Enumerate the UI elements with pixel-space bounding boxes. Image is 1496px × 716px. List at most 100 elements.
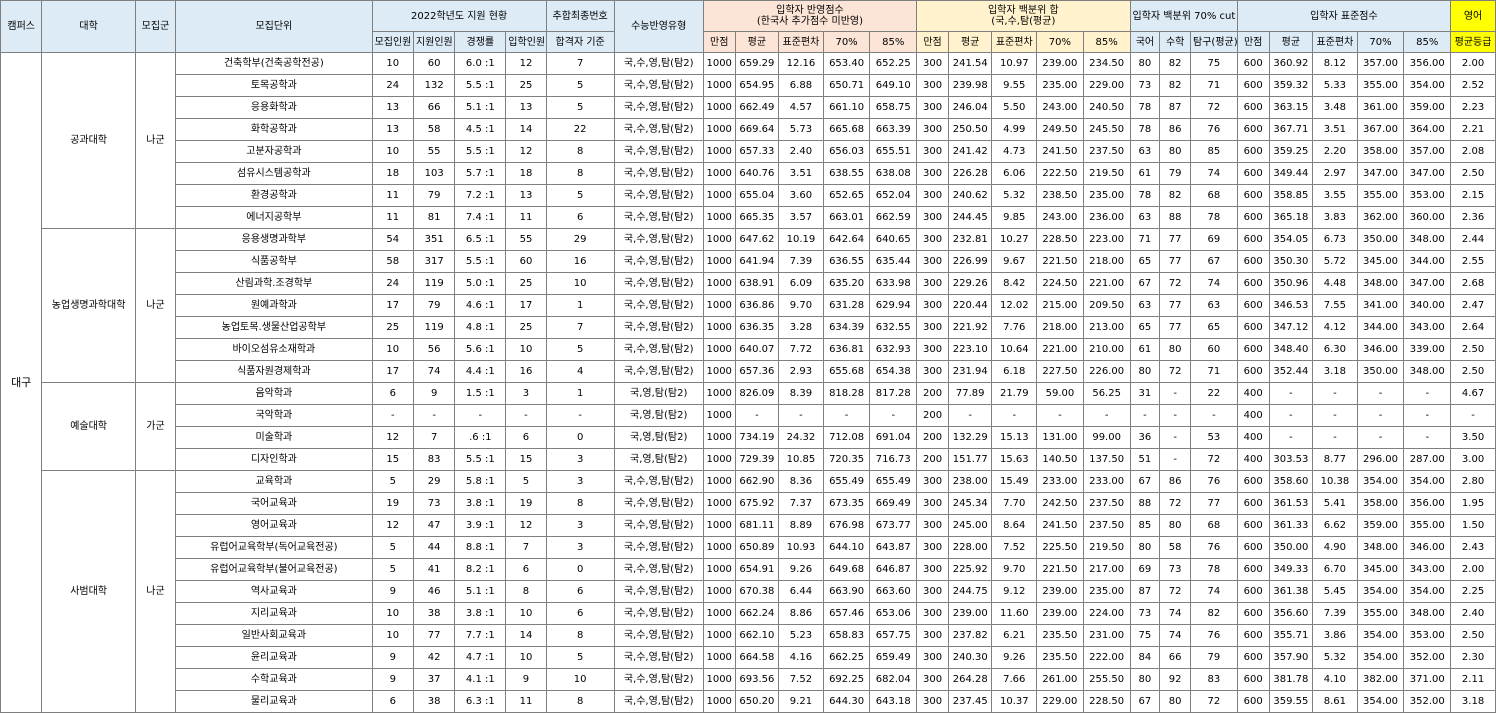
cut-inquiry-cell: 68	[1190, 184, 1238, 207]
reflected-avg-cell: 670.38	[734, 580, 780, 603]
std-p70-cell: 382.00	[1356, 668, 1405, 691]
pct-avg-cell: 250.50	[947, 118, 993, 141]
pct-stdev-cell: 15.13	[991, 426, 1038, 449]
cut-inquiry-cell: 77	[1190, 492, 1238, 515]
english-grade-cell: 2.47	[1450, 294, 1496, 317]
reflected-avg-cell: 654.95	[734, 74, 780, 97]
table-row: 농업토목.생물산업공학부 25 119 4.8 :1 25 7 국,수,영,탐(탐2) 100…	[1, 316, 1496, 339]
reflected-avg-cell: 665.35	[734, 206, 780, 229]
pct-p85-cell: 137.50	[1082, 448, 1131, 471]
pct-stdev-cell: 10.27	[991, 228, 1038, 251]
std-p85-cell: 343.00	[1403, 558, 1452, 581]
pct-p85-cell: 229.00	[1082, 74, 1131, 97]
std-avg-cell: 352.44	[1268, 360, 1314, 383]
applicants-cell: 38	[412, 690, 456, 713]
admitted-header: 입학인원	[505, 31, 547, 53]
pct-avg-cell: 237.82	[947, 624, 993, 647]
english-grade-cell: 2.50	[1450, 360, 1496, 383]
pct-p85-cell: 99.00	[1082, 426, 1131, 449]
pct-p85-cell: 219.50	[1082, 536, 1131, 559]
cut-korean-cell: 80	[1129, 52, 1161, 75]
cut-math-cell: 77	[1159, 316, 1192, 339]
pct-stdev-cell: 12.02	[991, 294, 1038, 317]
cut-inquiry-cell: 76	[1190, 470, 1238, 493]
std-full-cell: 600	[1236, 470, 1270, 493]
std-full-cell: 600	[1236, 646, 1270, 669]
cut-math-cell: 80	[1159, 690, 1192, 713]
final-number-cell: 3	[545, 514, 615, 537]
applicants-cell: 79	[412, 294, 456, 317]
pct-stdev-cell: 4.73	[991, 140, 1038, 163]
reflected-stdev-cell: 5.73	[778, 118, 824, 141]
english-grade-cell: 4.67	[1450, 382, 1496, 405]
reflected-p70-cell: 638.55	[822, 162, 871, 185]
reflected-avg-cell: 662.90	[734, 470, 780, 493]
std-avg-cell: 354.05	[1268, 228, 1314, 251]
quota-cell: 54	[371, 228, 414, 251]
reflected-full-cell: 1000	[702, 426, 736, 449]
std-full-cell: 600	[1236, 206, 1270, 229]
reflected-full-cell: 1000	[702, 272, 736, 295]
reflected-p70-cell: 644.10	[822, 536, 871, 559]
quota-cell: 11	[371, 206, 414, 229]
std-p70-cell: 354.00	[1356, 690, 1405, 713]
std-p85-cell: 344.00	[1403, 250, 1452, 273]
competition-cell: 5.8 :1	[454, 470, 507, 493]
english-grade-cell: 2.00	[1450, 558, 1496, 581]
std-avg-cell: -	[1268, 426, 1314, 449]
cut-inquiry-cell: 65	[1190, 316, 1238, 339]
reflected-p70-cell: 712.08	[822, 426, 871, 449]
std-p70-cell: 346.00	[1356, 338, 1405, 361]
applicants-cell: 119	[412, 316, 456, 339]
english-grade-header: 평균등급	[1450, 31, 1496, 53]
std-p85-cell: 353.00	[1403, 184, 1452, 207]
suneung-type-cell: 국,수,영,탐(탐2)	[613, 140, 704, 163]
cut-math-cell: -	[1159, 382, 1192, 405]
final-number-cell: 0	[545, 558, 615, 581]
final-number-cell: 5	[545, 96, 615, 119]
pct-stdev-cell: 7.76	[991, 316, 1038, 339]
reflected-p85-header: 85%	[869, 31, 918, 53]
cut-math-cell: 92	[1159, 668, 1192, 691]
std-stdev-cell: 2.97	[1312, 162, 1358, 185]
cut-inquiry-cell: 82	[1190, 602, 1238, 625]
cut-math-cell: 72	[1159, 272, 1192, 295]
final-number-cell: 5	[545, 646, 615, 669]
reflected-stdev-cell: 7.72	[778, 338, 824, 361]
std-stdev-cell: 4.10	[1312, 668, 1358, 691]
suneung-type-cell: 국,영,탐(탐2)	[613, 404, 704, 427]
std-stdev-cell: 6.30	[1312, 338, 1358, 361]
pct-p85-cell: 221.00	[1082, 272, 1131, 295]
std-stdev-cell: 5.32	[1312, 646, 1358, 669]
reflected-score-header: 입학자 반영점수 (한국사 추가점수 미반영)	[702, 0, 918, 32]
admitted-cell: 13	[505, 184, 547, 207]
admitted-cell: 14	[505, 624, 547, 647]
pct-avg-cell: 231.94	[947, 360, 993, 383]
reflected-avg-cell: 636.86	[734, 294, 780, 317]
admitted-cell: 25	[505, 316, 547, 339]
std-full-cell: 600	[1236, 602, 1270, 625]
pct-full-cell: 300	[916, 514, 949, 537]
competition-cell: 8.2 :1	[454, 558, 507, 581]
competition-cell: 3.8 :1	[454, 602, 507, 625]
std-full-cell: 400	[1236, 426, 1270, 449]
table-row: 국어교육과 19 73 3.8 :1 19 8 국,수,영,탐(탐2) 1000 675.92 7…	[1, 492, 1496, 515]
pct-full-cell: 300	[916, 316, 949, 339]
final-number-cell: 5	[545, 184, 615, 207]
reflected-full-header: 만점	[702, 31, 736, 53]
pct-stdev-cell: 6.06	[991, 162, 1038, 185]
final-number-cell: 7	[545, 52, 615, 75]
applicants-cell: 38	[412, 602, 456, 625]
english-grade-cell: 2.21	[1450, 118, 1496, 141]
reflected-full-cell: 1000	[702, 404, 736, 427]
reflected-p70-cell: 663.01	[822, 206, 871, 229]
group-cell: 나군	[134, 470, 177, 713]
std-avg-cell: 359.25	[1268, 140, 1314, 163]
pct-full-cell: 300	[916, 206, 949, 229]
std-avg-cell: 349.44	[1268, 162, 1314, 185]
cut-inquiry-cell: 78	[1190, 558, 1238, 581]
pct-full-cell: 300	[916, 558, 949, 581]
reflected-p70-cell: 644.30	[822, 690, 871, 713]
reflected-avg-cell: 664.58	[734, 646, 780, 669]
english-grade-cell: -	[1450, 404, 1496, 427]
